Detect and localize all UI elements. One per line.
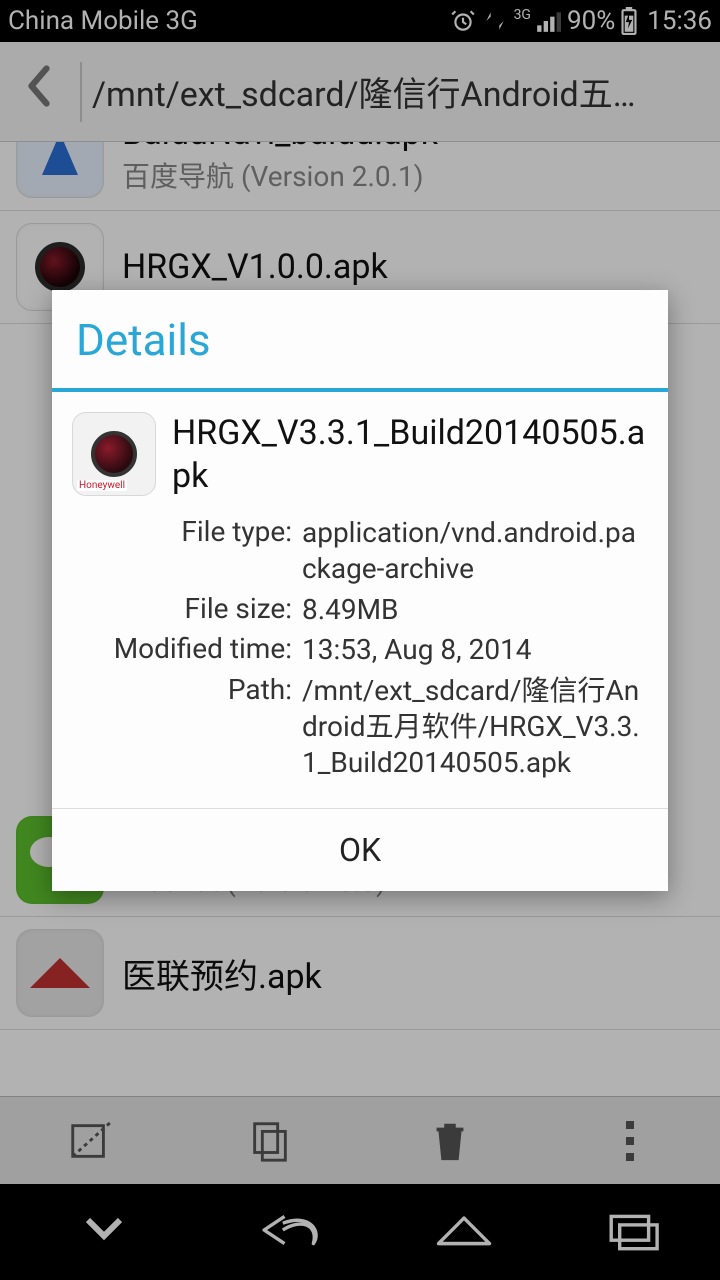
label-file-size: File size: — [72, 592, 292, 625]
value-file-size: 8.49MB — [302, 592, 648, 628]
ok-button[interactable]: OK — [52, 809, 668, 891]
label-path: Path: — [72, 673, 292, 706]
app-icon: Honeywell — [72, 412, 156, 496]
row-modified-time: Modified time: 13:53, Aug 8, 2014 — [72, 630, 648, 670]
label-file-type: File type: — [72, 515, 292, 548]
dialog-title: Details — [52, 290, 668, 388]
label-modified-time: Modified time: — [72, 632, 292, 665]
details-dialog: Details Honeywell HRGX_V3.3.1_Build20140… — [52, 290, 668, 891]
value-path: /mnt/ext_sdcard/隆信行Android五月软件/HRGX_V3.3… — [302, 673, 648, 782]
value-modified-time: 13:53, Aug 8, 2014 — [302, 632, 648, 668]
dialog-filename: HRGX_V3.3.1_Build20140505.apk — [172, 412, 648, 497]
details-table: File type: application/vnd.android.packa… — [52, 503, 668, 808]
row-file-size: File size: 8.49MB — [72, 590, 648, 630]
value-file-type: application/vnd.android.package-archive — [302, 515, 648, 588]
row-path: Path: /mnt/ext_sdcard/隆信行Android五月软件/HRG… — [72, 671, 648, 784]
row-file-type: File type: application/vnd.android.packa… — [72, 513, 648, 590]
